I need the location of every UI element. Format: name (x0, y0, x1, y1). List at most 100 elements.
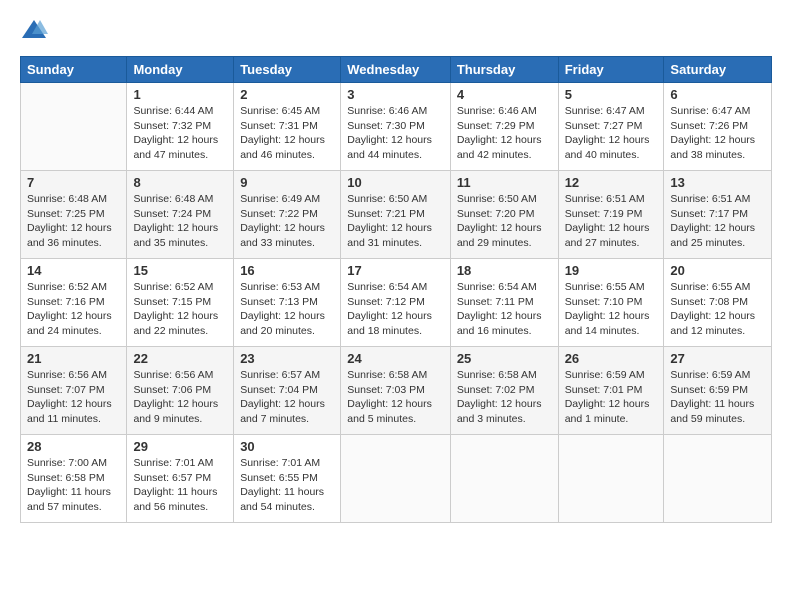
calendar-cell: 1 Sunrise: 6:44 AM Sunset: 7:32 PM Daylig… (127, 83, 234, 171)
cell-info: Sunrise: 6:59 AM Sunset: 7:01 PM Dayligh… (565, 368, 658, 427)
weekday-header: Saturday (664, 57, 772, 83)
cell-info: Sunrise: 6:54 AM Sunset: 7:11 PM Dayligh… (457, 280, 552, 339)
calendar-cell: 14 Sunrise: 6:52 AM Sunset: 7:16 PM Dayli… (21, 259, 127, 347)
calendar-cell: 13 Sunrise: 6:51 AM Sunset: 7:17 PM Dayli… (664, 171, 772, 259)
calendar-cell: 5 Sunrise: 6:47 AM Sunset: 7:27 PM Daylig… (558, 83, 664, 171)
cell-info: Sunrise: 7:00 AM Sunset: 6:58 PM Dayligh… (27, 456, 120, 515)
cell-info: Sunrise: 6:51 AM Sunset: 7:19 PM Dayligh… (565, 192, 658, 251)
cell-info: Sunrise: 6:52 AM Sunset: 7:15 PM Dayligh… (133, 280, 227, 339)
calendar-week-row: 1 Sunrise: 6:44 AM Sunset: 7:32 PM Daylig… (21, 83, 772, 171)
calendar-cell (341, 435, 451, 523)
weekday-header: Wednesday (341, 57, 451, 83)
cell-info: Sunrise: 6:46 AM Sunset: 7:29 PM Dayligh… (457, 104, 552, 163)
calendar-cell: 23Sunrise: 6:57 AM Sunset: 7:04 PM Dayli… (234, 347, 341, 435)
calendar-week-row: 28Sunrise: 7:00 AM Sunset: 6:58 PM Dayli… (21, 435, 772, 523)
day-number: 3 (347, 87, 444, 102)
cell-info: Sunrise: 6:59 AM Sunset: 6:59 PM Dayligh… (670, 368, 765, 427)
calendar-cell: 10Sunrise: 6:50 AM Sunset: 7:21 PM Dayli… (341, 171, 451, 259)
day-number: 6 (670, 87, 765, 102)
cell-info: Sunrise: 6:47 AM Sunset: 7:26 PM Dayligh… (670, 104, 765, 163)
cell-info: Sunrise: 6:50 AM Sunset: 7:20 PM Dayligh… (457, 192, 552, 251)
cell-info: Sunrise: 6:45 AM Sunset: 7:31 PM Dayligh… (240, 104, 334, 163)
day-number: 9 (240, 175, 334, 190)
weekday-header: Friday (558, 57, 664, 83)
calendar-cell: 20 Sunrise: 6:55 AM Sunset: 7:08 PM Dayli… (664, 259, 772, 347)
day-number: 15 (133, 263, 227, 278)
cell-info: Sunrise: 6:48 AM Sunset: 7:25 PM Dayligh… (27, 192, 120, 251)
calendar-cell: 16 Sunrise: 6:53 AM Sunset: 7:13 PM Dayli… (234, 259, 341, 347)
weekday-header-row: SundayMondayTuesdayWednesdayThursdayFrid… (21, 57, 772, 83)
day-number: 25 (457, 351, 552, 366)
day-number: 22 (133, 351, 227, 366)
calendar-cell: 27 Sunrise: 6:59 AM Sunset: 6:59 PM Dayli… (664, 347, 772, 435)
cell-info: Sunrise: 6:55 AM Sunset: 7:08 PM Dayligh… (670, 280, 765, 339)
calendar-cell: 18 Sunrise: 6:54 AM Sunset: 7:11 PM Dayli… (450, 259, 558, 347)
cell-info: Sunrise: 7:01 AM Sunset: 6:57 PM Dayligh… (133, 456, 227, 515)
day-number: 13 (670, 175, 765, 190)
calendar-cell: 8Sunrise: 6:48 AM Sunset: 7:24 PM Daylig… (127, 171, 234, 259)
calendar-cell: 30 Sunrise: 7:01 AM Sunset: 6:55 PM Dayli… (234, 435, 341, 523)
day-number: 20 (670, 263, 765, 278)
day-number: 7 (27, 175, 120, 190)
calendar-week-row: 14 Sunrise: 6:52 AM Sunset: 7:16 PM Dayli… (21, 259, 772, 347)
calendar-cell: 19 Sunrise: 6:55 AM Sunset: 7:10 PM Dayli… (558, 259, 664, 347)
weekday-header: Monday (127, 57, 234, 83)
day-number: 10 (347, 175, 444, 190)
calendar-cell: 12 Sunrise: 6:51 AM Sunset: 7:19 PM Dayli… (558, 171, 664, 259)
logo (20, 16, 50, 44)
day-number: 18 (457, 263, 552, 278)
day-number: 5 (565, 87, 658, 102)
calendar-cell: 9 Sunrise: 6:49 AM Sunset: 7:22 PM Daylig… (234, 171, 341, 259)
calendar-cell: 17 Sunrise: 6:54 AM Sunset: 7:12 PM Dayli… (341, 259, 451, 347)
cell-info: Sunrise: 6:53 AM Sunset: 7:13 PM Dayligh… (240, 280, 334, 339)
day-number: 29 (133, 439, 227, 454)
day-number: 21 (27, 351, 120, 366)
cell-info: Sunrise: 6:46 AM Sunset: 7:30 PM Dayligh… (347, 104, 444, 163)
page: SundayMondayTuesdayWednesdayThursdayFrid… (0, 0, 792, 612)
day-number: 8 (133, 175, 227, 190)
weekday-header: Thursday (450, 57, 558, 83)
logo-icon (20, 16, 48, 44)
calendar-cell (664, 435, 772, 523)
cell-info: Sunrise: 7:01 AM Sunset: 6:55 PM Dayligh… (240, 456, 334, 515)
cell-info: Sunrise: 6:56 AM Sunset: 7:07 PM Dayligh… (27, 368, 120, 427)
day-number: 1 (133, 87, 227, 102)
calendar-table: SundayMondayTuesdayWednesdayThursdayFrid… (20, 56, 772, 523)
header (20, 16, 772, 44)
calendar-cell: 15 Sunrise: 6:52 AM Sunset: 7:15 PM Dayli… (127, 259, 234, 347)
calendar-cell: 11 Sunrise: 6:50 AM Sunset: 7:20 PM Dayli… (450, 171, 558, 259)
day-number: 16 (240, 263, 334, 278)
day-number: 11 (457, 175, 552, 190)
weekday-header: Tuesday (234, 57, 341, 83)
calendar-cell: 28Sunrise: 7:00 AM Sunset: 6:58 PM Dayli… (21, 435, 127, 523)
cell-info: Sunrise: 6:51 AM Sunset: 7:17 PM Dayligh… (670, 192, 765, 251)
cell-info: Sunrise: 6:58 AM Sunset: 7:02 PM Dayligh… (457, 368, 552, 427)
calendar-cell (450, 435, 558, 523)
day-number: 24 (347, 351, 444, 366)
cell-info: Sunrise: 6:54 AM Sunset: 7:12 PM Dayligh… (347, 280, 444, 339)
calendar-cell: 24Sunrise: 6:58 AM Sunset: 7:03 PM Dayli… (341, 347, 451, 435)
day-number: 27 (670, 351, 765, 366)
calendar-cell: 29 Sunrise: 7:01 AM Sunset: 6:57 PM Dayli… (127, 435, 234, 523)
calendar-cell (21, 83, 127, 171)
day-number: 14 (27, 263, 120, 278)
cell-info: Sunrise: 6:49 AM Sunset: 7:22 PM Dayligh… (240, 192, 334, 251)
day-number: 26 (565, 351, 658, 366)
cell-info: Sunrise: 6:47 AM Sunset: 7:27 PM Dayligh… (565, 104, 658, 163)
cell-info: Sunrise: 6:44 AM Sunset: 7:32 PM Dayligh… (133, 104, 227, 163)
day-number: 19 (565, 263, 658, 278)
calendar-cell: 25 Sunrise: 6:58 AM Sunset: 7:02 PM Dayli… (450, 347, 558, 435)
cell-info: Sunrise: 6:55 AM Sunset: 7:10 PM Dayligh… (565, 280, 658, 339)
calendar-cell: 26 Sunrise: 6:59 AM Sunset: 7:01 PM Dayli… (558, 347, 664, 435)
calendar-cell (558, 435, 664, 523)
day-number: 17 (347, 263, 444, 278)
calendar-cell: 7 Sunrise: 6:48 AM Sunset: 7:25 PM Daylig… (21, 171, 127, 259)
cell-info: Sunrise: 6:52 AM Sunset: 7:16 PM Dayligh… (27, 280, 120, 339)
day-number: 23 (240, 351, 334, 366)
calendar-cell: 22Sunrise: 6:56 AM Sunset: 7:06 PM Dayli… (127, 347, 234, 435)
day-number: 30 (240, 439, 334, 454)
calendar-cell: 4Sunrise: 6:46 AM Sunset: 7:29 PM Daylig… (450, 83, 558, 171)
day-number: 12 (565, 175, 658, 190)
calendar-cell: 3 Sunrise: 6:46 AM Sunset: 7:30 PM Daylig… (341, 83, 451, 171)
calendar-cell: 2Sunrise: 6:45 AM Sunset: 7:31 PM Daylig… (234, 83, 341, 171)
